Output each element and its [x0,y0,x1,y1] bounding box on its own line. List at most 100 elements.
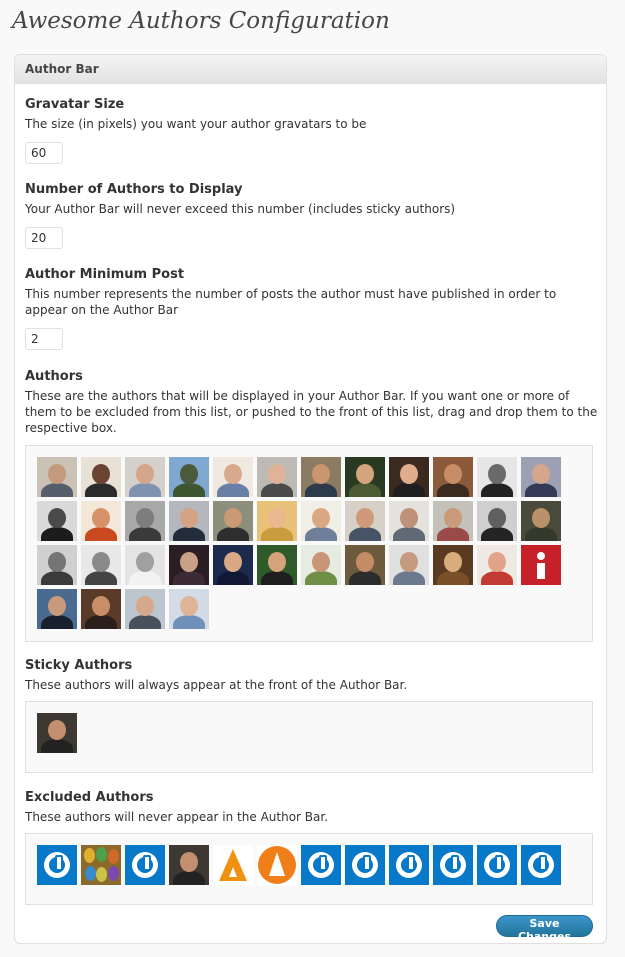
power-logo-icon[interactable] [37,845,77,885]
power-logo-icon[interactable] [301,845,341,885]
num-authors-input[interactable] [25,227,63,249]
logo-notch [229,867,237,877]
author-avatar[interactable] [389,457,429,497]
avatar-shoulders [129,527,161,541]
avatar-shoulders [349,527,381,541]
author-avatar[interactable] [37,589,77,629]
excluded-author-avatar[interactable] [169,845,209,885]
power-symbol [396,852,422,878]
avatar-head [488,552,506,572]
author-avatar[interactable] [301,545,341,585]
info-logo-icon[interactable] [521,545,561,585]
author-avatar[interactable] [389,545,429,585]
group-faces-icon[interactable] [81,845,121,885]
avatar-shoulders [305,483,337,497]
authors-box[interactable] [25,445,593,642]
author-avatar[interactable] [37,501,77,541]
author-avatar[interactable] [81,501,121,541]
avatar-head [224,552,242,572]
author-avatar[interactable] [345,501,385,541]
orange-circle-logo-icon[interactable] [257,845,297,885]
avatar-head [268,464,286,484]
avatar-head [224,464,242,484]
sticky-author-avatar[interactable] [37,713,77,753]
author-avatar[interactable] [125,545,165,585]
avatar-head [444,552,462,572]
author-avatar[interactable] [81,589,121,629]
author-avatar[interactable] [257,457,297,497]
power-symbol [484,852,510,878]
author-avatar[interactable] [301,501,341,541]
avatar-shoulders [525,483,557,497]
author-avatar[interactable] [257,545,297,585]
author-avatar[interactable] [477,501,517,541]
author-avatar[interactable] [125,501,165,541]
power-logo-icon[interactable] [389,845,429,885]
author-avatar[interactable] [389,501,429,541]
avatar-shoulders [85,571,117,585]
avatar-shoulders [261,527,293,541]
power-logo-icon[interactable] [125,845,165,885]
sticky-authors-description: These authors will always appear at the … [25,678,408,692]
author-avatar[interactable] [125,457,165,497]
avatar-head [180,852,198,872]
avatar-head [312,464,330,484]
avatar-head [48,464,66,484]
avatar-shoulders [217,483,249,497]
author-avatar[interactable] [169,545,209,585]
authors-description: These are the authors that will be displ… [25,389,598,435]
author-avatar[interactable] [477,545,517,585]
author-avatar[interactable] [213,457,253,497]
avatar-head [136,552,154,572]
author-avatar[interactable] [345,545,385,585]
power-symbol [132,852,158,878]
page-title: Awesome Authors Configuration [12,8,390,34]
power-logo-icon[interactable] [345,845,385,885]
face-shape [108,849,119,864]
avatar-head [48,720,66,740]
author-avatar[interactable] [433,457,473,497]
power-logo-icon[interactable] [521,845,561,885]
author-avatar[interactable] [345,457,385,497]
author-avatar[interactable] [257,501,297,541]
avatar-head [268,508,286,528]
panel-header: Author Bar [15,55,606,84]
author-avatar[interactable] [169,457,209,497]
author-avatar[interactable] [433,545,473,585]
avatar-head [48,508,66,528]
author-avatar[interactable] [301,457,341,497]
avatar-shoulders [349,483,381,497]
author-avatar[interactable] [433,501,473,541]
avatar-shoulders [525,527,557,541]
author-avatar[interactable] [169,589,209,629]
avatar-head [356,464,374,484]
avatar-head [532,508,550,528]
avatar-head [488,464,506,484]
author-avatar[interactable] [213,501,253,541]
min-post-input[interactable] [25,328,63,350]
gravatar-size-input[interactable] [25,142,63,164]
author-avatar[interactable] [37,457,77,497]
power-logo-icon[interactable] [477,845,517,885]
sticky-authors-box[interactable] [25,701,593,773]
author-avatar[interactable] [37,545,77,585]
author-avatar[interactable] [477,457,517,497]
author-avatar[interactable] [521,501,561,541]
avatar-shoulders [437,527,469,541]
min-post-description: This number represents the number of pos… [25,287,557,317]
author-avatar[interactable] [521,457,561,497]
avatar-head [268,552,286,572]
author-avatar[interactable] [81,545,121,585]
author-avatar[interactable] [169,501,209,541]
avatar-shoulders [129,571,161,585]
author-avatar[interactable] [125,589,165,629]
avatar-shoulders [41,527,73,541]
author-avatar[interactable] [213,545,253,585]
orange-a-logo-icon[interactable] [213,845,253,885]
power-logo-icon[interactable] [433,845,473,885]
excluded-authors-box[interactable] [25,833,593,905]
avatar-head [488,508,506,528]
avatar-shoulders [217,527,249,541]
author-avatar[interactable] [81,457,121,497]
save-changes-button[interactable]: Save Changes [496,915,593,943]
